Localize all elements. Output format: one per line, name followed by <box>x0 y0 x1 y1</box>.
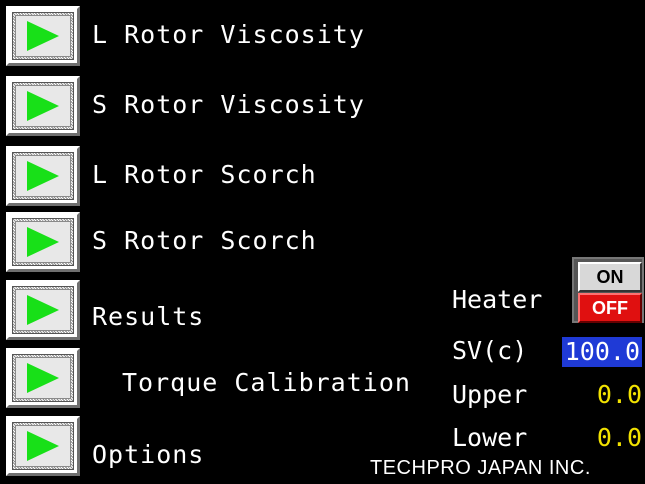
sv-value-field[interactable]: 100.0 <box>562 337 642 367</box>
play-icon <box>27 227 59 257</box>
menu-item-torque-calibration[interactable]: Torque Calibration <box>6 348 410 408</box>
play-button-s-rotor-scorch[interactable] <box>6 212 80 272</box>
lower-label: Lower <box>452 423 528 452</box>
menu-item-label: Options <box>92 440 205 469</box>
heater-label: Heater <box>452 285 543 314</box>
play-button-s-rotor-viscosity[interactable] <box>6 76 80 136</box>
menu-item-s-rotor-scorch[interactable]: S Rotor Scorch <box>6 212 406 272</box>
upper-value[interactable]: 0.0 <box>560 380 642 409</box>
sv-label: SV(c) <box>452 336 528 365</box>
menu-item-l-rotor-viscosity[interactable]: L Rotor Viscosity <box>6 6 406 66</box>
play-button-torque-calibration[interactable] <box>6 348 80 408</box>
play-button-results[interactable] <box>6 280 80 340</box>
lower-value[interactable]: 0.0 <box>560 423 642 452</box>
play-button-l-rotor-scorch[interactable] <box>6 146 80 206</box>
menu-item-s-rotor-viscosity[interactable]: S Rotor Viscosity <box>6 76 406 136</box>
heater-toggle[interactable]: ON OFF <box>572 257 644 323</box>
menu-item-label: L Rotor Viscosity <box>92 20 365 49</box>
menu-item-label: S Rotor Viscosity <box>92 90 365 119</box>
menu-item-label: S Rotor Scorch <box>92 226 317 255</box>
menu-item-label: L Rotor Scorch <box>92 160 317 189</box>
play-icon <box>27 431 59 461</box>
menu-item-options[interactable]: Options <box>6 416 406 476</box>
menu-item-label: Results <box>92 302 205 331</box>
heater-on-button[interactable]: ON <box>578 262 642 292</box>
menu-item-label: Torque Calibration <box>122 368 411 397</box>
play-icon <box>27 21 59 51</box>
heater-off-button[interactable]: OFF <box>578 293 642 323</box>
menu-item-l-rotor-scorch[interactable]: L Rotor Scorch <box>6 146 406 206</box>
play-icon <box>27 161 59 191</box>
play-icon <box>27 295 59 325</box>
menu-item-results[interactable]: Results <box>6 280 406 340</box>
company-footer: TECHPRO JAPAN INC. <box>370 457 591 479</box>
play-button-options[interactable] <box>6 416 80 476</box>
play-icon <box>27 363 59 393</box>
upper-label: Upper <box>452 380 528 409</box>
play-icon <box>27 91 59 121</box>
play-button-l-rotor-viscosity[interactable] <box>6 6 80 66</box>
